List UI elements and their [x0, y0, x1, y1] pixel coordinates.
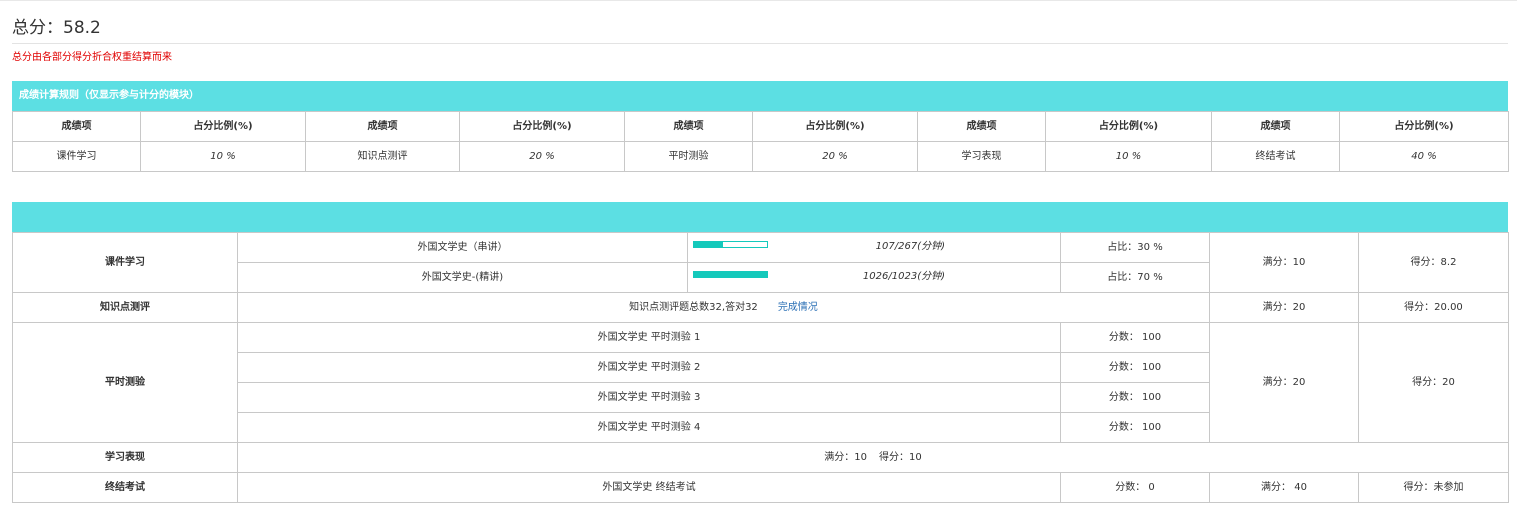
course-progress-fill — [694, 242, 724, 247]
col-item: 成绩项 — [1211, 111, 1340, 142]
final-exam-name: 外国文学史 终结考试 — [237, 472, 1061, 503]
total-score-label: 总分： — [12, 18, 63, 38]
rule-item-name: 课件学习 — [12, 141, 141, 172]
performance-label: 学习表现 — [12, 442, 238, 473]
quiz-full: 满分：20 — [1209, 322, 1359, 443]
rules-header-row: 成绩项 占分比例(%) 成绩项 占分比例(%) 成绩项 占分比例(%) 成绩项 … — [12, 111, 1509, 142]
col-ratio: 占分比例(%) — [1339, 111, 1509, 142]
quiz-name: 外国文学史 平时测验 2 — [237, 352, 1061, 383]
final-row: 终结考试 外国文学史 终结考试 分数： 0 满分： 40 得分：未参加 — [12, 472, 1509, 503]
final-exam-score: 分数： 0 — [1060, 472, 1210, 503]
col-item: 成绩项 — [305, 111, 460, 142]
performance-score: 得分：10 — [879, 451, 922, 463]
quiz-label: 平时测验 — [12, 322, 238, 443]
total-score-value: 58.2 — [63, 18, 101, 38]
course-share: 占比：30 % — [1060, 232, 1210, 263]
course-progress-fill — [694, 272, 767, 277]
courseware-score: 得分：8.2 — [1358, 232, 1509, 293]
final-label: 终结考试 — [12, 472, 238, 503]
quiz-row-1: 平时测验 外国文学史 平时测验 1 分数： 100 满分：20 得分：20 — [12, 322, 1509, 443]
course-name: 外国文学史（串讲） — [237, 232, 688, 263]
score-note: 总分由各部分得分折合权重结算而来 — [12, 52, 172, 63]
quiz-score: 分数： 100 — [1060, 382, 1210, 413]
course-minutes: 1026/1023(分钟) — [862, 271, 945, 282]
course-progress-bar — [693, 271, 768, 278]
divider — [12, 43, 1508, 44]
course-share: 占比：70 % — [1060, 262, 1210, 293]
course-name: 外国文学史-(精讲) — [237, 262, 688, 293]
courseware-row-1: 课件学习 外国文学史（串讲） 107/267(分钟) 占比：30 % 满分：10… — [12, 232, 1509, 293]
knowledge-row: 知识点测评 知识点测评题总数32,答对32 完成情况 满分：20 得分：20.00 — [12, 292, 1509, 323]
rule-item-ratio: 10 % — [1045, 141, 1212, 172]
col-item: 成绩项 — [624, 111, 753, 142]
final-full: 满分： 40 — [1209, 472, 1359, 503]
rules-table: 成绩项 占分比例(%) 成绩项 占分比例(%) 成绩项 占分比例(%) 成绩项 … — [12, 111, 1509, 172]
col-ratio: 占分比例(%) — [1045, 111, 1212, 142]
course-progress-cell: 107/267(分钟) — [687, 232, 1061, 263]
quiz-total-score: 得分：20 — [1358, 322, 1509, 443]
course-minutes: 107/267(分钟) — [875, 241, 945, 252]
knowledge-label: 知识点测评 — [12, 292, 238, 323]
quiz-name: 外国文学史 平时测验 1 — [237, 322, 1061, 353]
col-ratio: 占分比例(%) — [459, 111, 625, 142]
rule-item-name: 知识点测评 — [305, 141, 460, 172]
rule-item-name: 终结考试 — [1211, 141, 1340, 172]
courseware-full: 满分：10 — [1209, 232, 1359, 293]
col-ratio: 占分比例(%) — [140, 111, 306, 142]
top-border — [0, 0, 1517, 1]
knowledge-summary: 知识点测评题总数32,答对32 — [629, 301, 758, 313]
rule-item-ratio: 10 % — [140, 141, 306, 172]
col-item: 成绩项 — [12, 111, 141, 142]
final-score: 得分：未参加 — [1358, 472, 1509, 503]
detail-header — [12, 202, 1508, 232]
course-progress-cell: 1026/1023(分钟) — [687, 262, 1061, 293]
total-score: 总分：58.2 — [12, 13, 101, 38]
performance-row: 学习表现 满分：10 得分：10 — [12, 442, 1509, 473]
knowledge-full: 满分：20 — [1209, 292, 1359, 323]
performance-cell: 满分：10 得分：10 — [237, 442, 1509, 473]
rule-item-ratio: 40 % — [1339, 141, 1509, 172]
detail-table: 课件学习 外国文学史（串讲） 107/267(分钟) 占比：30 % 满分：10… — [12, 232, 1509, 503]
knowledge-score: 得分：20.00 — [1358, 292, 1509, 323]
completion-link[interactable]: 完成情况 — [778, 302, 818, 313]
quiz-name: 外国文学史 平时测验 3 — [237, 382, 1061, 413]
quiz-score: 分数： 100 — [1060, 352, 1210, 383]
col-item: 成绩项 — [917, 111, 1046, 142]
knowledge-summary-cell: 知识点测评题总数32,答对32 完成情况 — [237, 292, 1210, 323]
quiz-name: 外国文学史 平时测验 4 — [237, 412, 1061, 443]
quiz-score: 分数： 100 — [1060, 412, 1210, 443]
rule-item-ratio: 20 % — [752, 141, 918, 172]
rule-item-name: 学习表现 — [917, 141, 1046, 172]
rules-header: 成绩计算规则（仅显示参与计分的模块） — [12, 81, 1508, 111]
rule-item-name: 平时测验 — [624, 141, 753, 172]
rule-item-ratio: 20 % — [459, 141, 625, 172]
quiz-score: 分数： 100 — [1060, 322, 1210, 353]
courseware-label: 课件学习 — [12, 232, 238, 293]
course-progress-bar — [693, 241, 768, 248]
rules-value-row: 课件学习 10 % 知识点测评 20 % 平时测验 20 % 学习表现 10 %… — [12, 141, 1509, 172]
performance-full: 满分：10 — [824, 451, 867, 463]
col-ratio: 占分比例(%) — [752, 111, 918, 142]
